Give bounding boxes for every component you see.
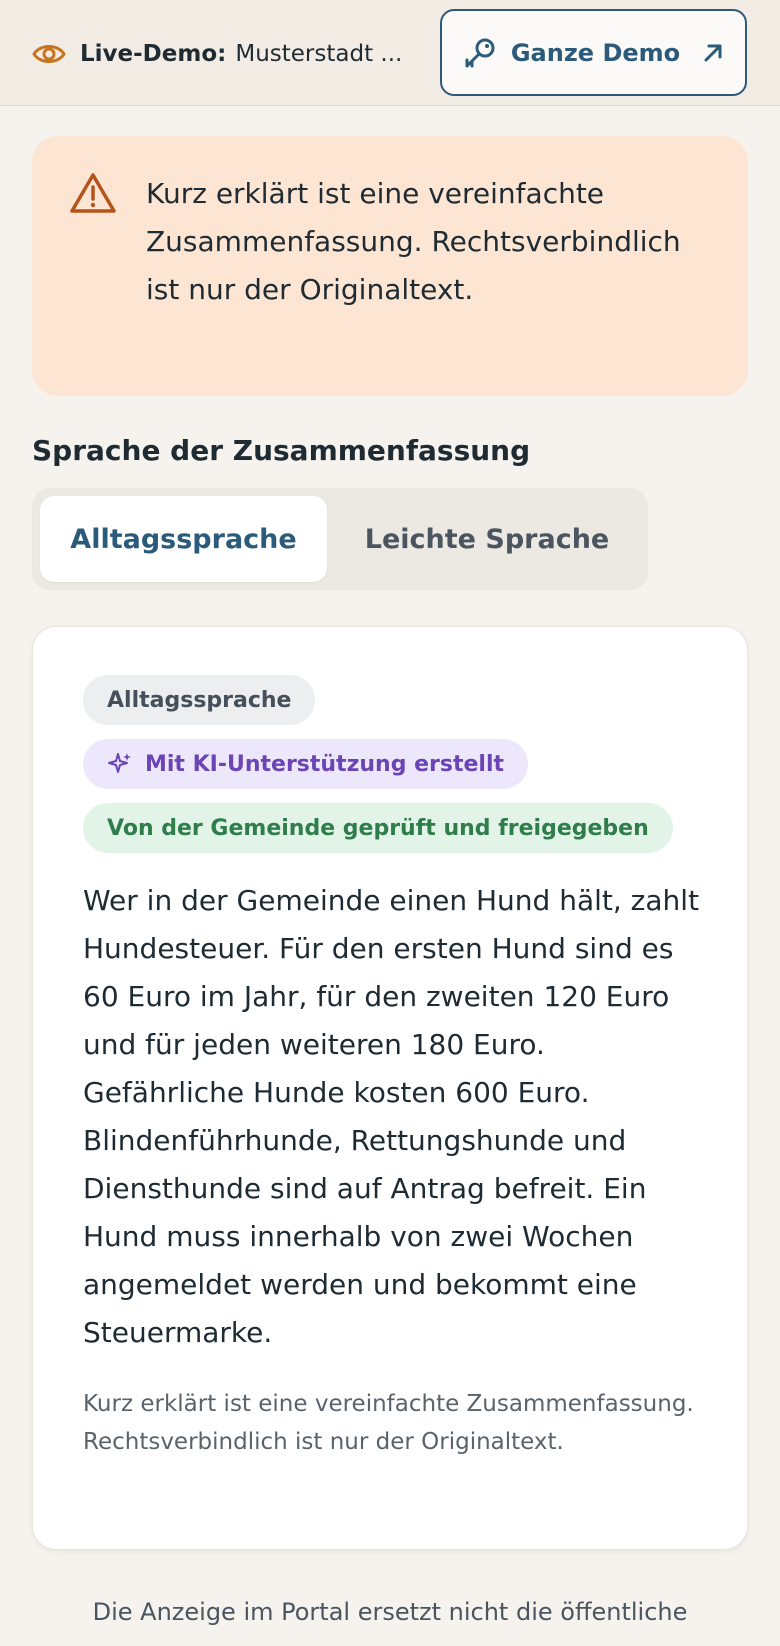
top-bar: Live-Demo: Musterstadt ... Ganze Demo — [0, 0, 780, 106]
eye-icon — [32, 45, 66, 63]
disclaimer-text: Kurz erklärt ist eine vereinfachte Zusam… — [146, 177, 681, 306]
disclaimer-alert: Kurz erklärt ist eine vereinfachte Zusam… — [32, 136, 748, 396]
key-icon — [465, 38, 495, 67]
warning-icon — [70, 173, 116, 213]
language-section-title: Sprache der Zusammenfassung — [32, 434, 531, 467]
arrow-up-right-icon — [704, 44, 722, 61]
live-demo-label: Live-Demo: — [80, 41, 227, 67]
ai-generated-badge: Mit KI-Unterstützung erstellt — [83, 739, 529, 789]
live-demo-indicator: Live-Demo: Musterstadt ... — [32, 34, 402, 74]
language-switch: Alltagssprache Leichte Sprache — [32, 488, 648, 590]
ai-generated-label: Mit KI-Unterstützung erstellt — [145, 751, 505, 777]
tab-alltagssprache[interactable]: Alltagssprache — [40, 496, 327, 582]
full-demo-label: Ganze Demo — [510, 38, 681, 67]
live-demo-value: Musterstadt ... — [235, 41, 403, 67]
footer-text: Die Anzeige im Portal ersetzt nicht die … — [92, 1598, 688, 1626]
approved-badge: Von der Gemeinde geprüft und freigegeben — [83, 803, 673, 853]
summary-text: Wer in der Gemeinde einen Hund hält, zah… — [83, 884, 700, 1349]
language-level-badge: Alltagssprache — [83, 675, 316, 725]
sparkle-icon — [108, 753, 131, 773]
summary-note: Kurz erklärt ist eine vereinfachte Zusam… — [83, 1391, 694, 1455]
summary-card: Alltagssprache Mit KI-Unterstützung erst… — [32, 626, 748, 1550]
full-demo-button[interactable]: Ganze Demo — [440, 9, 747, 96]
tab-leichte-sprache[interactable]: Leichte Sprache — [332, 496, 642, 582]
